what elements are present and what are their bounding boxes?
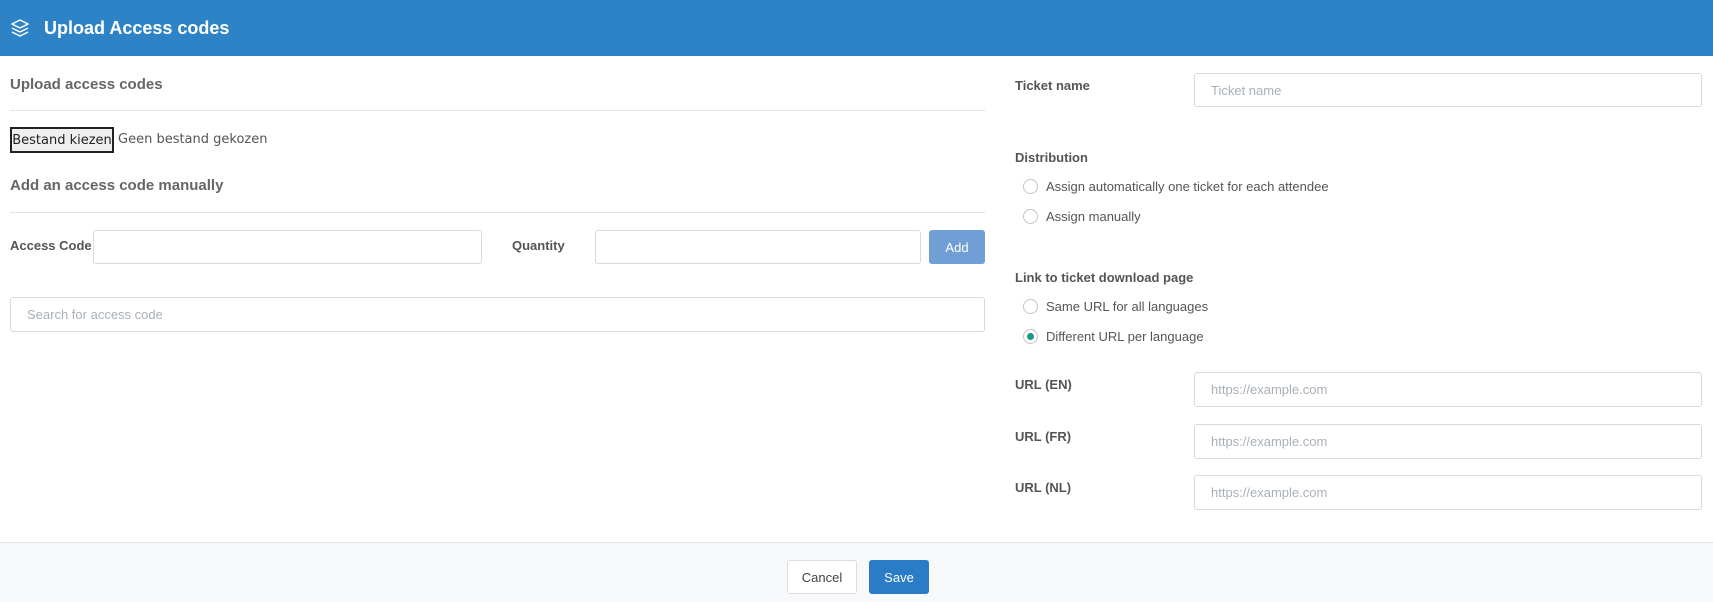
link-download-label: Link to ticket download page bbox=[1015, 270, 1194, 285]
quantity-input[interactable] bbox=[595, 230, 921, 264]
url-en-input[interactable] bbox=[1194, 372, 1702, 407]
manual-section-title: Add an access code manually bbox=[10, 177, 224, 194]
upload-section-title: Upload access codes bbox=[10, 76, 163, 93]
access-code-input[interactable] bbox=[93, 230, 482, 264]
radio-different-url[interactable]: Different URL per language bbox=[1023, 329, 1204, 344]
save-button[interactable]: Save bbox=[869, 560, 929, 594]
radio-button[interactable] bbox=[1023, 299, 1038, 314]
url-fr-label: URL (FR) bbox=[1015, 429, 1072, 444]
url-fr-input[interactable] bbox=[1194, 424, 1702, 459]
url-nl-input[interactable] bbox=[1194, 475, 1702, 510]
radio-button-selected[interactable] bbox=[1023, 329, 1038, 344]
choose-file-button[interactable]: Bestand kiezen bbox=[10, 127, 114, 153]
radio-button[interactable] bbox=[1023, 179, 1038, 194]
ticket-name-input[interactable] bbox=[1194, 73, 1702, 107]
url-nl-label: URL (NL) bbox=[1015, 480, 1072, 495]
modal-title: Upload Access codes bbox=[44, 17, 230, 38]
cancel-button[interactable]: Cancel bbox=[787, 560, 857, 594]
radio-button[interactable] bbox=[1023, 209, 1038, 224]
radio-label: Different URL per language bbox=[1046, 329, 1204, 344]
radio-same-url[interactable]: Same URL for all languages bbox=[1023, 299, 1208, 314]
ticket-name-label: Ticket name bbox=[1015, 78, 1090, 93]
radio-assign-automatically[interactable]: Assign automatically one ticket for each… bbox=[1023, 179, 1329, 194]
modal-header: Upload Access codes bbox=[0, 0, 1713, 56]
search-input[interactable] bbox=[10, 297, 985, 332]
distribution-label: Distribution bbox=[1015, 150, 1088, 165]
radio-label: Assign manually bbox=[1046, 209, 1141, 224]
radio-label: Same URL for all languages bbox=[1046, 299, 1209, 314]
add-button[interactable]: Add bbox=[929, 230, 985, 264]
radio-label: Assign automatically one ticket for each… bbox=[1046, 179, 1329, 194]
quantity-label: Quantity bbox=[512, 238, 565, 253]
layers-icon bbox=[10, 18, 30, 38]
file-status-text: Geen bestand gekozen bbox=[118, 132, 268, 147]
divider bbox=[10, 212, 985, 213]
divider bbox=[10, 110, 985, 111]
radio-assign-manually[interactable]: Assign manually bbox=[1023, 209, 1141, 224]
access-code-label: Access Code bbox=[10, 238, 92, 253]
url-en-label: URL (EN) bbox=[1015, 377, 1072, 392]
